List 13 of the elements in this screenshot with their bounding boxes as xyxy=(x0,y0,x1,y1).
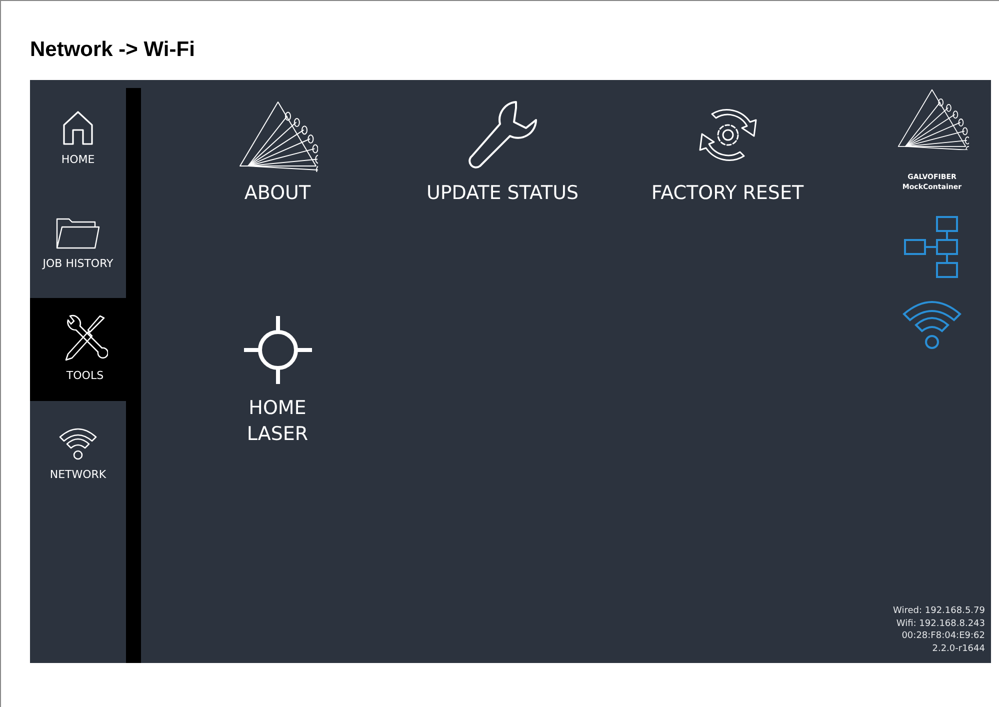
device-info-text: Wifi: 192.168.8.243 xyxy=(895,618,985,630)
fan-logo-icon xyxy=(895,88,969,150)
tile-button[interactable]: HOME LASER xyxy=(165,313,390,447)
tile-button[interactable]: ABOUT xyxy=(165,98,390,206)
tile-button[interactable]: UPDATE STATUS xyxy=(390,98,615,206)
device-info-text: 00:28:F8:04:E9:62 xyxy=(900,630,985,642)
page-title: Network -> Wi-Fi xyxy=(30,37,196,63)
device-info-text: 2.2.0-r1644 xyxy=(931,642,985,655)
device-info-text: Wired: 192.168.5.79 xyxy=(893,605,985,618)
crosshair-icon xyxy=(244,313,312,387)
tile-button[interactable]: FACTORY RESET xyxy=(615,98,840,206)
house-icon xyxy=(61,110,95,146)
folder-icon xyxy=(55,216,101,250)
